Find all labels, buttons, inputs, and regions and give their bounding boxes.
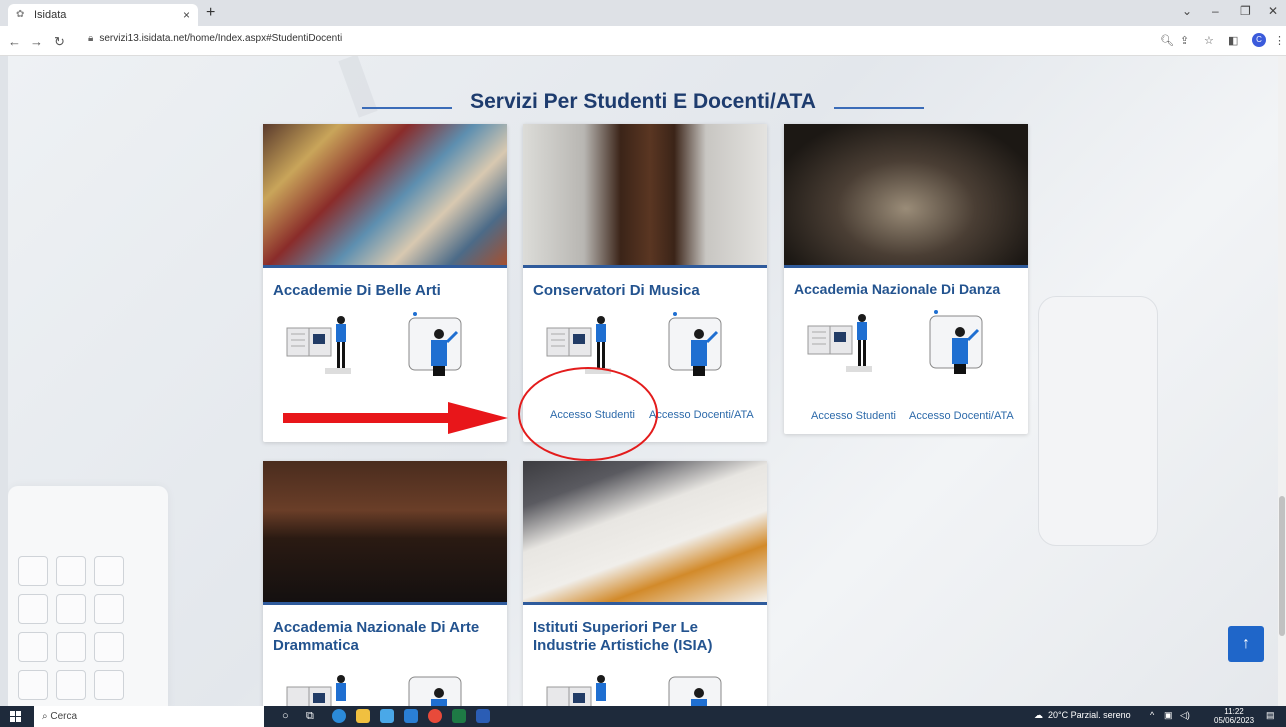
weather-text[interactable]: 20°C Parzial. sereno [1048,710,1131,720]
back-icon[interactable]: ← [8,34,21,49]
background-keyboard-image [8,486,168,706]
taskbar-search[interactable]: ⌕ Cerca [34,706,264,727]
section-heading: Servizi Per Studenti E Docenti/ATA [8,90,1278,114]
page-content: Servizi Per Studenti E Docenti/ATA Accad… [8,56,1278,706]
restore-button[interactable]: ❐ [1240,4,1251,18]
page-scrollbar[interactable] [1278,56,1286,706]
tab-close-icon[interactable]: × [183,8,190,22]
browser-tab-bar: ✿ Isidata × + ⌄ – ❐ ✕ [0,0,1286,26]
student-access-link[interactable]: Accesso Studenti [811,410,896,422]
teacher-illustration-icon[interactable] [663,310,733,382]
tab-search-icon[interactable]: ⌄ [1182,4,1192,18]
minimize-button[interactable]: – [1212,4,1219,18]
new-tab-button[interactable]: + [206,4,215,22]
profile-avatar[interactable]: C [1252,33,1266,47]
windows-start-icon[interactable] [10,711,21,722]
clock-date: 05/06/2023 [1214,716,1255,725]
bookmark-star-icon[interactable]: ☆ [1204,34,1214,47]
task-view-icon[interactable]: ⧉ [306,710,314,723]
card-image-design [523,461,767,605]
teacher-illustration-icon[interactable] [663,669,733,706]
address-bar-row: ← → ↻ 🔒︎ servizi13.isidata.net/home/Index… [0,26,1286,56]
background-phone-image [1038,296,1158,546]
reload-icon[interactable]: ↻ [54,34,65,50]
tray-chevron-icon[interactable]: ^ [1150,710,1154,720]
heading-rule-left [362,107,453,109]
lock-icon: 🔒︎ [88,33,94,44]
card-title: Accademia Nazionale Di Arte Drammatica [273,619,480,654]
site-favicon-icon: ✿ [16,9,25,20]
network-icon[interactable]: ▣ [1164,710,1173,721]
card-image-dance [784,124,1028,268]
taskbar-search-placeholder: Cerca [50,711,78,722]
side-panel-icon[interactable]: ◧ [1228,34,1238,47]
card-isia: Istituti Superiori Per Le Industrie Arti… [523,461,767,706]
annotation-arrow [283,413,453,423]
student-illustration-icon[interactable] [545,669,615,706]
teacher-illustration-icon[interactable] [403,669,473,706]
card-arte-drammatica: Accademia Nazionale Di Arte Drammatica [263,461,507,706]
menu-kebab-icon[interactable]: ⋮ [1274,34,1285,47]
scroll-to-top-button[interactable]: ↑ [1228,626,1264,662]
card-danza: Accademia Nazionale Di Danza Accesso Stu… [784,124,1028,434]
close-window-button[interactable]: ✕ [1268,4,1278,18]
scrollbar-thumb[interactable] [1279,496,1285,636]
windows-taskbar: ⌕ Cerca ○ ⧉ ☁ 20°C Parzial. sereno ^ ▣ ◁… [0,706,1286,727]
store-icon[interactable] [380,709,394,723]
share-icon[interactable]: ⇪ [1180,34,1189,47]
chrome-icon[interactable] [428,709,442,723]
staff-access-link[interactable]: Accesso Docenti/ATA [909,410,1014,422]
card-title: Accademie Di Belle Arti [273,282,441,299]
excel-icon[interactable] [452,709,466,723]
student-illustration-icon[interactable] [806,308,876,380]
url-field[interactable]: 🔒︎ servizi13.isidata.net/home/Index.aspx#… [88,33,342,44]
mail-icon[interactable] [404,709,418,723]
teacher-illustration-icon[interactable] [403,310,473,382]
student-illustration-icon[interactable] [285,310,355,382]
annotation-arrow-head [448,402,508,434]
weather-icon: ☁ [1034,710,1043,720]
card-image-painting [263,124,507,268]
edge-icon[interactable] [332,709,346,723]
volume-icon[interactable]: ◁) [1180,710,1190,721]
teacher-illustration-icon[interactable] [924,308,994,380]
annotation-circle [518,367,658,461]
url-text: servizi13.isidata.net/home/Index.aspx#St… [99,33,343,44]
card-title: Accademia Nazionale Di Danza [794,281,1001,297]
card-image-violin [523,124,767,268]
notifications-icon[interactable]: ▤ [1266,710,1275,721]
card-image-theatre [263,461,507,605]
card-title: Istituti Superiori Per Le Industrie Arti… [533,619,713,654]
staff-access-link[interactable]: Accesso Docenti/ATA [649,409,754,421]
file-explorer-icon[interactable] [356,709,370,723]
page-title: Servizi Per Studenti E Docenti/ATA [470,90,816,113]
browser-tab[interactable]: ✿ Isidata × [8,4,198,26]
word-icon[interactable] [476,709,490,723]
forward-icon[interactable]: → [30,34,43,49]
card-belle-arti: Accademie Di Belle Arti [263,124,507,442]
cortana-icon[interactable]: ○ [282,710,289,722]
card-title: Conservatori Di Musica [533,282,700,299]
heading-rule-right [833,107,924,109]
taskbar-clock[interactable]: 11:22 05/06/2023 [1214,707,1254,725]
clock-time: 11:22 [1224,707,1244,716]
student-illustration-icon[interactable] [285,669,355,706]
tab-title: Isidata [34,9,67,21]
zoom-icon[interactable]: 🔍︎ [1160,34,1174,47]
